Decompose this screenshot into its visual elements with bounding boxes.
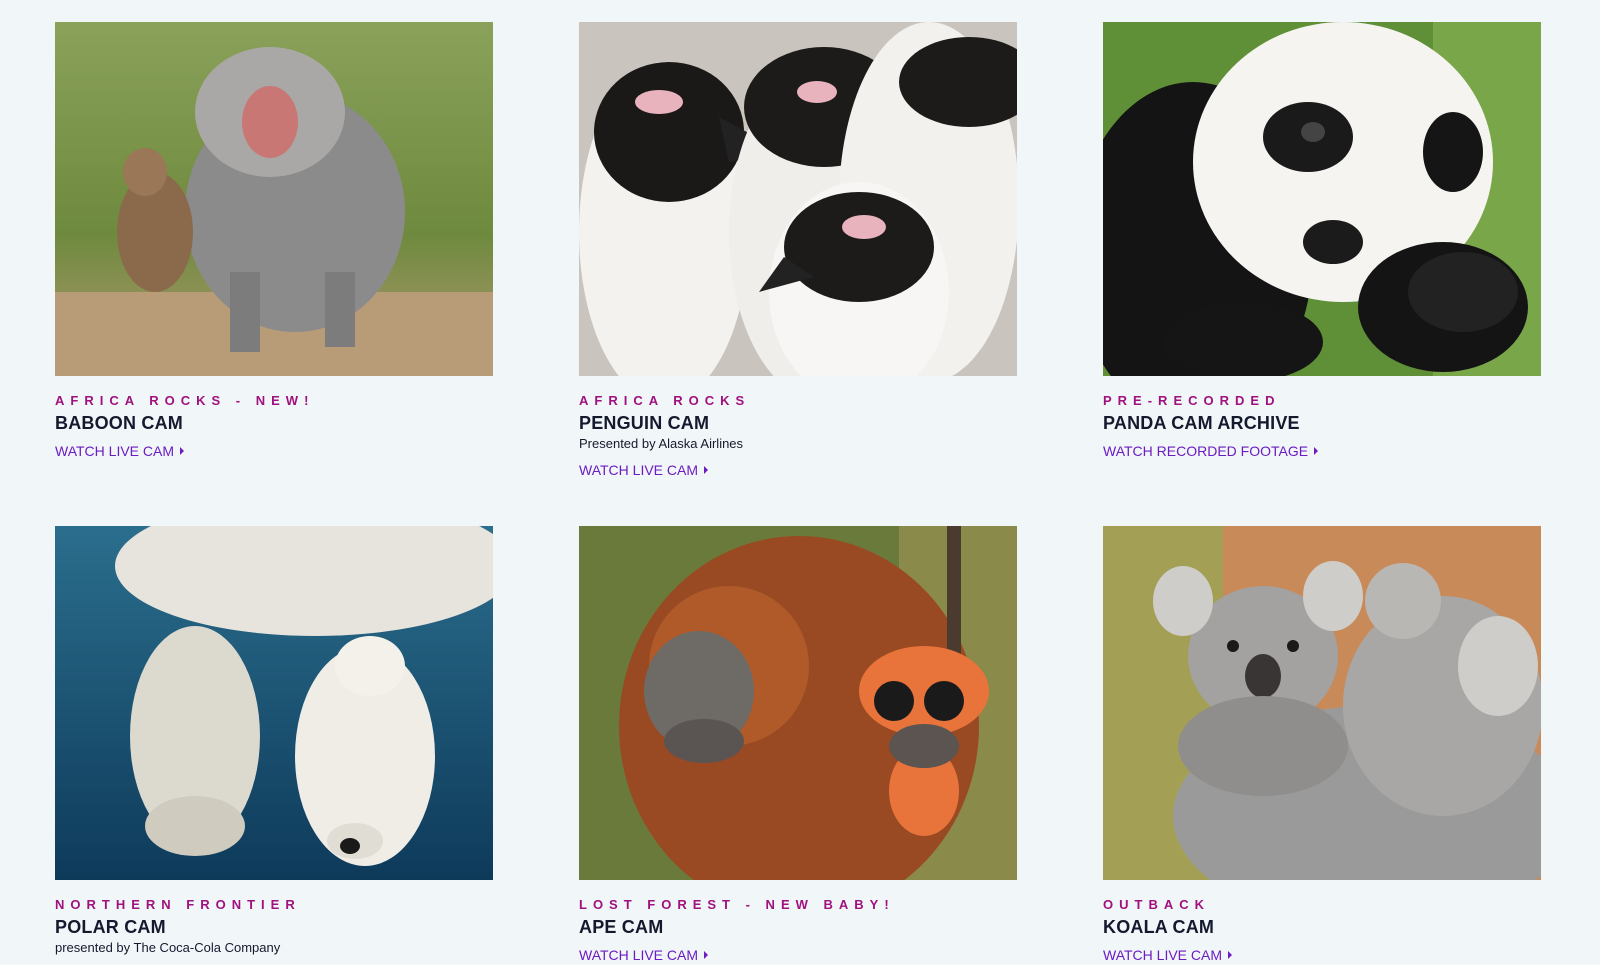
penguin-cam-thumbnail[interactable]	[579, 22, 1017, 376]
caret-right-icon	[180, 447, 185, 455]
cam-category: OUTBACK	[1103, 897, 1210, 912]
caret-right-icon	[704, 951, 709, 959]
caret-right-icon	[704, 466, 709, 474]
cam-title: BABOON CAM	[55, 413, 183, 433]
caret-right-icon	[1314, 447, 1319, 455]
cam-title: POLAR CAM	[55, 917, 166, 937]
cam-card-koala: OUTBACK KOALA CAM WATCH LIVE CAM	[1103, 526, 1541, 965]
cta-label: WATCH LIVE CAM	[579, 462, 699, 478]
polar-cam-thumbnail[interactable]	[55, 526, 493, 880]
cam-category: NORTHERN FRONTIER	[55, 897, 301, 912]
baboon-cam-thumbnail[interactable]	[55, 22, 493, 376]
watch-live-cam-link[interactable]: WATCH LIVE CAM	[579, 461, 709, 479]
watch-live-cam-link[interactable]: WATCH LIVE CAM	[1103, 946, 1233, 964]
cam-card-penguin: AFRICA ROCKS PENGUIN CAM Presented by Al…	[579, 22, 1017, 480]
koala-image	[1103, 526, 1541, 880]
cam-category: AFRICA ROCKS	[579, 393, 751, 408]
live-cams-grid: AFRICA ROCKS - NEW! BABOON CAM WATCH LIV…	[0, 0, 1600, 963]
watch-recorded-footage-link[interactable]: WATCH RECORDED FOOTAGE	[1103, 442, 1319, 460]
cam-card-polar: NORTHERN FRONTIER POLAR CAM presented by…	[55, 526, 493, 957]
cam-card-baboon: AFRICA ROCKS - NEW! BABOON CAM WATCH LIV…	[55, 22, 493, 461]
cam-card-ape: LOST FOREST - NEW BABY! APE CAM WATCH LI…	[579, 526, 1017, 965]
penguin-image	[579, 22, 1017, 376]
cam-title: PANDA CAM ARCHIVE	[1103, 413, 1300, 433]
ape-cam-thumbnail[interactable]	[579, 526, 1017, 880]
orangutan-image	[579, 526, 1017, 880]
cta-label: WATCH LIVE CAM	[579, 947, 699, 963]
cam-category: AFRICA ROCKS - NEW!	[55, 393, 315, 408]
sponsor-text: Presented by Alaska Airlines	[579, 436, 744, 451]
cam-category: LOST FOREST - NEW BABY!	[579, 897, 895, 912]
panda-cam-thumbnail[interactable]	[1103, 22, 1541, 376]
watch-live-cam-link[interactable]: WATCH LIVE CAM	[55, 442, 185, 460]
cta-label: WATCH LIVE CAM	[55, 443, 175, 459]
koala-cam-thumbnail[interactable]	[1103, 526, 1541, 880]
cam-title: PENGUIN CAM	[579, 413, 710, 433]
cam-title: KOALA CAM	[1103, 917, 1215, 937]
cam-title: APE CAM	[579, 917, 664, 937]
cam-category: PRE-RECORDED	[1103, 393, 1281, 408]
polar-bear-image	[55, 526, 493, 880]
cta-label: WATCH RECORDED FOOTAGE	[1103, 443, 1309, 459]
watch-live-cam-link[interactable]: WATCH LIVE CAM	[579, 946, 709, 964]
panda-image	[1103, 22, 1541, 376]
sponsor-text: presented by The Coca-Cola Company	[55, 940, 281, 955]
cam-card-panda: PRE-RECORDED PANDA CAM ARCHIVE WATCH REC…	[1103, 22, 1541, 461]
baboon-image	[55, 22, 493, 376]
cta-label: WATCH LIVE CAM	[1103, 947, 1223, 963]
caret-right-icon	[1228, 951, 1233, 959]
